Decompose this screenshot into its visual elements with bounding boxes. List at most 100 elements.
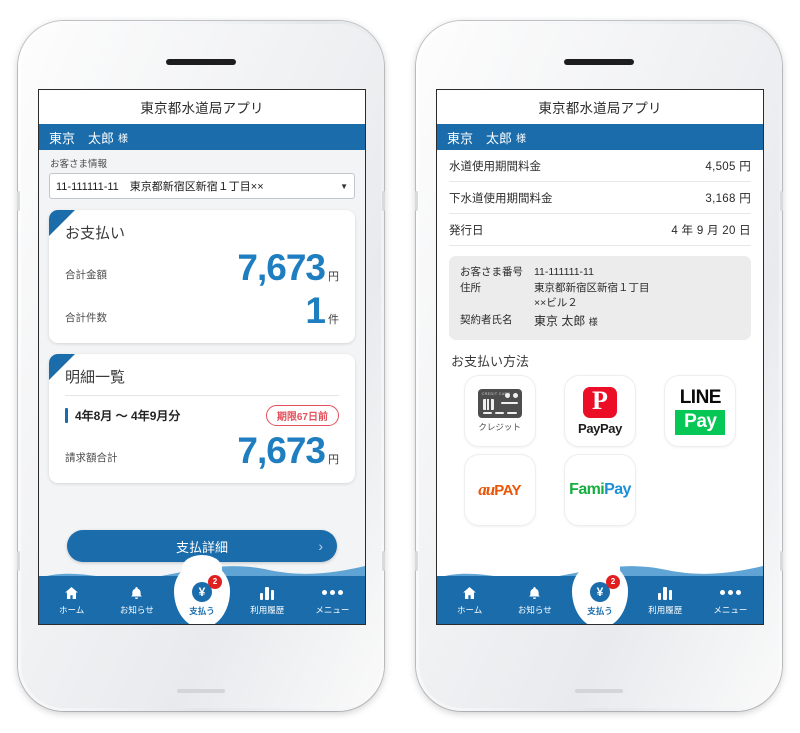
billed-total-value: 7,673	[237, 430, 326, 471]
phone-speaker	[166, 59, 236, 65]
info-row-contractor: 契約者氏名 東京 太郎 様	[460, 313, 740, 330]
aupay-left: au	[478, 480, 495, 500]
user-name-suffix: 様	[516, 133, 527, 145]
phone-side-button	[382, 191, 385, 211]
nav-item-notice[interactable]: お知らせ	[502, 576, 567, 624]
nav-label-pay: 支払う	[587, 605, 613, 616]
payment-method-aupay[interactable]: au PAY	[464, 455, 535, 526]
total-count-value-group: 1 件	[305, 292, 339, 329]
fee-row: 水道使用期間料金 4,505 円	[449, 150, 751, 182]
nav-item-menu[interactable]: メニュー	[300, 576, 365, 624]
detail-card-title: 明細一覧	[65, 369, 126, 386]
nav-label-menu: メニュー	[713, 605, 748, 615]
phone-side-button	[780, 551, 783, 571]
paypay-wordmark: PayPay	[578, 420, 622, 436]
phone-side-button	[17, 551, 20, 571]
screenshot-stage: 東京都水道局アプリ 東京 太郎 様 お客さま情報 11-111111-11 東京…	[0, 0, 800, 733]
nav-label-menu: メニュー	[315, 605, 350, 615]
total-amount-unit: 円	[328, 271, 339, 283]
bell-icon	[129, 584, 144, 601]
screen-right: 東京都水道局アプリ 東京 太郎 様 水道使用期間料金 4,505 円 下水道使用…	[436, 89, 764, 625]
payment-detail-button-label: 支払詳細	[175, 539, 228, 555]
payment-method-famipay[interactable]: Fami Pay	[564, 455, 635, 526]
payment-card-title: お支払い	[65, 225, 126, 242]
nav-item-pay[interactable]: ¥ 2 支払う	[567, 562, 632, 624]
period-label: 4年8月 ～ 4年9月分	[75, 409, 181, 423]
nav-item-notice[interactable]: お知らせ	[104, 576, 169, 624]
phone-side-button	[780, 191, 783, 211]
payment-methods-grid: CREDIT CARD クレジット P PayPay LINE Pay au P…	[437, 376, 763, 526]
payment-method-credit[interactable]: CREDIT CARD クレジット	[464, 376, 535, 447]
ellipsis-icon	[719, 584, 741, 601]
nav-item-home[interactable]: ホーム	[437, 576, 502, 624]
card-corner-accent	[49, 210, 75, 236]
phone-side-button	[382, 551, 385, 571]
payment-method-linepay[interactable]: LINE Pay	[665, 376, 736, 447]
payment-methods-title: お支払い方法	[437, 340, 763, 377]
contractor-label: 契約者氏名	[460, 313, 513, 326]
nav-label-home: ホーム	[456, 605, 483, 615]
phone-left: 東京都水道局アプリ 東京 太郎 様 お客さま情報 11-111111-11 東京…	[17, 21, 385, 711]
fee-value: 3,168 円	[705, 192, 751, 205]
famipay-left: Fami	[569, 481, 605, 499]
yen-icon: ¥ 2	[590, 574, 620, 602]
nav-label-notice: お知らせ	[119, 605, 154, 615]
credit-card-icon: CREDIT CARD	[477, 389, 522, 419]
home-icon	[63, 584, 80, 601]
info-row-customer-no: お客さま番号 11-111111-11	[460, 265, 740, 280]
user-bar: 東京 太郎 様	[437, 124, 763, 150]
chevron-right-icon: ›	[318, 538, 323, 554]
nav-item-history[interactable]: 利用履歴	[235, 576, 300, 624]
nav-label-pay: 支払う	[189, 605, 215, 616]
detail-list-card: 明細一覧 4年8月 ～ 4年9月分 期限67日前 請求額合計 7,673 円	[49, 354, 355, 483]
screen-left: 東京都水道局アプリ 東京 太郎 様 お客さま情報 11-111111-11 東京…	[38, 89, 366, 625]
app-title-bar: 東京都水道局アプリ	[39, 90, 365, 124]
credit-caption: クレジット	[478, 422, 521, 433]
fee-row: 下水道使用期間料金 3,168 円	[449, 182, 751, 214]
phone-right: 東京都水道局アプリ 東京 太郎 様 水道使用期間料金 4,505 円 下水道使用…	[415, 21, 783, 711]
total-count-row: 合計件数 1 件	[65, 292, 339, 329]
customer-select[interactable]: 11-111111-11 東京都新宿区新宿１丁目×× ▼	[49, 173, 355, 199]
fee-list: 水道使用期間料金 4,505 円 下水道使用期間料金 3,168 円 発行日 4…	[437, 150, 763, 246]
nav-item-history[interactable]: 利用履歴	[633, 576, 698, 624]
nav-item-menu[interactable]: メニュー	[698, 576, 763, 624]
home-icon	[461, 584, 478, 601]
address-value: 東京都新宿区新宿１丁目 ××ビル２	[534, 281, 740, 311]
phone-speaker	[564, 59, 634, 65]
paypay-glyph: P	[592, 386, 608, 416]
famipay-wordmark: Fami Pay	[569, 481, 631, 499]
detail-period-row: 4年8月 ～ 4年9月分 期限67日前	[65, 405, 339, 426]
phone-home-indicator	[575, 689, 623, 693]
user-name-suffix: 様	[118, 133, 129, 145]
address-line-2: ××ビル２	[534, 297, 578, 310]
period-marker	[65, 408, 68, 423]
nav-label-home: ホーム	[58, 605, 85, 615]
billed-total-label: 請求額合計	[65, 452, 118, 464]
fee-value: 4,505 円	[705, 160, 751, 173]
total-count-unit: 件	[328, 314, 339, 326]
contractor-value: 東京 太郎 様	[534, 313, 740, 330]
app-title: 東京都水道局アプリ	[140, 101, 264, 116]
nav-item-home[interactable]: ホーム	[39, 576, 104, 624]
yen-icon: ¥ 2	[192, 574, 222, 602]
nav-label-notice: お知らせ	[517, 605, 552, 615]
total-amount-value: 7,673	[237, 247, 326, 288]
phone-home-indicator	[177, 689, 225, 693]
contractor-suffix: 様	[588, 316, 598, 327]
payment-method-paypay[interactable]: P PayPay	[564, 376, 635, 447]
fee-label: 発行日	[449, 224, 484, 237]
user-name: 東京 太郎	[447, 130, 513, 146]
card-corner-accent	[49, 354, 75, 380]
paypay-icon: P	[582, 386, 617, 418]
ellipsis-icon	[321, 584, 343, 601]
billed-total-unit: 円	[328, 454, 339, 466]
customer-select-value: 11-111111-11 東京都新宿区新宿１丁目××	[56, 181, 264, 193]
total-count-label: 合計件数	[65, 312, 107, 324]
user-bar: 東京 太郎 様	[39, 124, 365, 150]
customer-info-label: お客さま情報	[50, 159, 108, 170]
fee-value: 4 年 9 月 20 日	[671, 224, 751, 237]
nav-item-pay[interactable]: ¥ 2 支払う	[169, 562, 234, 624]
fee-label: 水道使用期間料金	[449, 160, 541, 173]
left-content: お客さま情報 11-111111-11 東京都新宿区新宿１丁目×× ▼ お支払い…	[39, 150, 365, 624]
famipay-right: Pay	[604, 481, 631, 499]
